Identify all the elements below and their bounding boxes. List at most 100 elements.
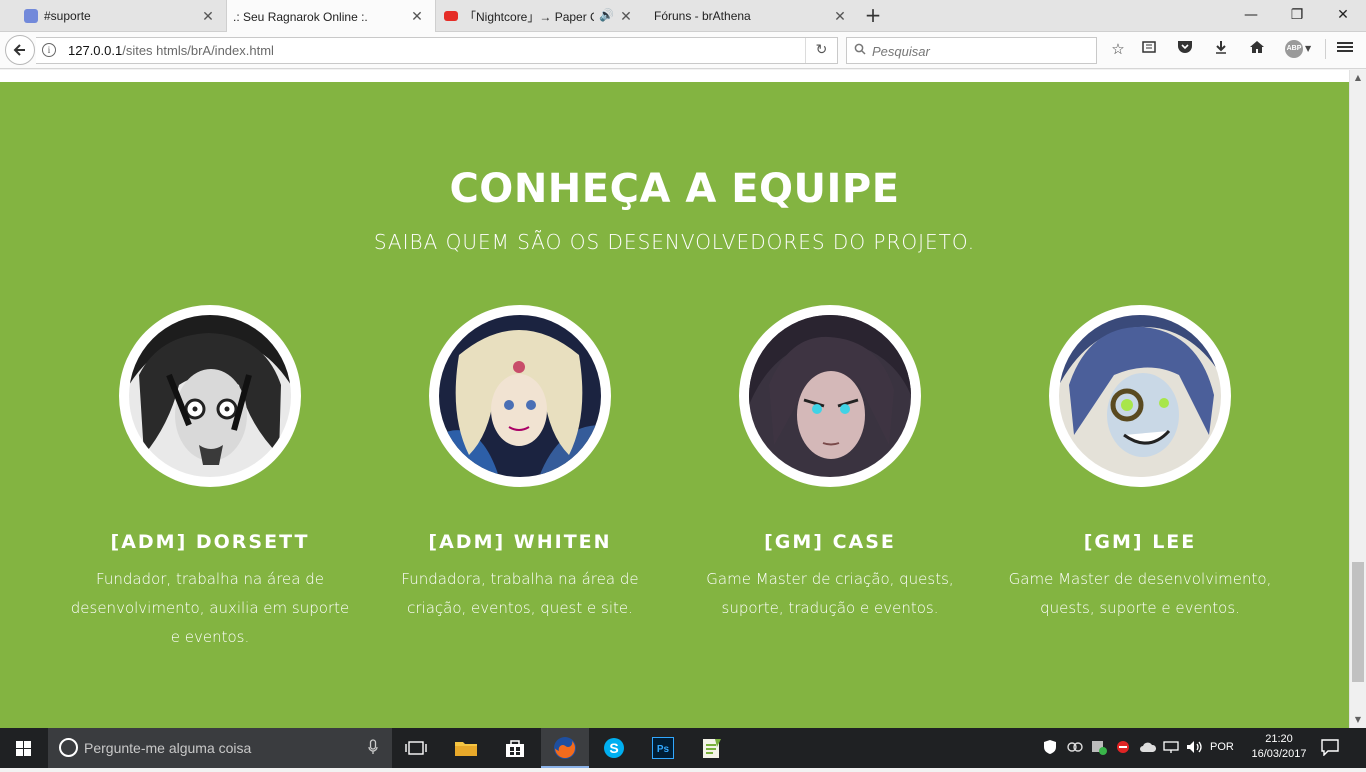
close-tab-icon[interactable]: ✕ bbox=[618, 8, 634, 24]
member-name: [GM] CASE bbox=[764, 531, 896, 553]
restore-button[interactable]: ❐ bbox=[1274, 0, 1320, 30]
member-description: Game Master de criação, quests, suporte,… bbox=[706, 570, 954, 617]
windows-logo-pane bbox=[24, 749, 31, 756]
volume-icon[interactable] bbox=[1186, 740, 1204, 757]
tab-label: .: Seu Ragnarok Online :. bbox=[233, 9, 368, 24]
avatar-image-dorsett bbox=[129, 315, 291, 477]
onedrive-icon[interactable] bbox=[1139, 741, 1157, 756]
adblock-plus-icon[interactable]: ABP bbox=[1285, 40, 1303, 58]
avatar bbox=[739, 305, 921, 487]
tab-suporte[interactable]: #suporte ✕ bbox=[0, 0, 226, 32]
scrollbar-thumb[interactable] bbox=[1352, 562, 1364, 682]
toolbar-divider bbox=[1325, 39, 1326, 59]
avatar-image-whiten bbox=[439, 315, 601, 477]
member-name: [ADM] WHITEN bbox=[428, 531, 612, 553]
close-tab-icon[interactable]: ✕ bbox=[832, 8, 848, 24]
downloads-icon[interactable] bbox=[1210, 38, 1232, 60]
member-description: Fundadora, trabalha na área de criação, … bbox=[401, 570, 639, 617]
back-button[interactable] bbox=[5, 35, 35, 65]
youtube-icon bbox=[444, 11, 458, 21]
skype-button[interactable]: S bbox=[590, 728, 638, 768]
member-description: Game Master de desenvolvimento, quests, … bbox=[1008, 570, 1272, 617]
menu-icon[interactable] bbox=[1334, 38, 1356, 60]
language-indicator[interactable]: POR bbox=[1210, 741, 1234, 753]
file-explorer-button[interactable] bbox=[442, 728, 490, 768]
network-app-icon[interactable] bbox=[1091, 739, 1107, 758]
windows-start-button[interactable] bbox=[0, 728, 48, 768]
reading-list-icon[interactable] bbox=[1138, 38, 1160, 60]
cloud-sync-icon[interactable] bbox=[1067, 741, 1083, 756]
discord-icon bbox=[24, 9, 38, 23]
firefox-icon bbox=[554, 737, 576, 759]
navigation-bar: i 127.0.0.1/sites htmls/brA/index.html ↻ bbox=[0, 32, 1366, 69]
svg-text:Ps: Ps bbox=[657, 744, 670, 755]
cortana-icon bbox=[59, 738, 78, 757]
member-description: Fundador, trabalha na área de desenvolvi… bbox=[70, 570, 350, 646]
red-app-icon[interactable] bbox=[1116, 740, 1130, 757]
tab-strip: #suporte ✕ .: Seu Ragnarok Online :. ✕ 「… bbox=[0, 0, 1366, 33]
tab-label: Fóruns - brAthena bbox=[654, 9, 751, 23]
windows-logo-pane bbox=[24, 741, 31, 748]
task-view-icon bbox=[405, 741, 427, 755]
back-arrow-icon bbox=[13, 44, 25, 56]
pocket-icon[interactable] bbox=[1174, 38, 1196, 60]
team-title: CONHEÇA A EQUIPE bbox=[449, 166, 900, 212]
vertical-scrollbar[interactable]: ▲ ▼ bbox=[1349, 70, 1366, 728]
chevron-down-icon[interactable]: ▼ bbox=[1305, 44, 1311, 53]
avatar-image-lee bbox=[1059, 315, 1221, 477]
windows-logo-pane bbox=[16, 749, 23, 756]
info-icon[interactable]: i bbox=[42, 43, 56, 57]
search-input[interactable] bbox=[872, 42, 1092, 60]
skype-icon: S bbox=[604, 738, 624, 758]
close-tab-icon[interactable]: ✕ bbox=[200, 8, 216, 24]
shield-icon[interactable] bbox=[1043, 739, 1057, 758]
team-member-card: [GM] LEE Game Master de desenvolvimento,… bbox=[985, 305, 1295, 623]
microphone-icon[interactable] bbox=[368, 739, 378, 759]
new-tab-button[interactable]: + bbox=[862, 4, 884, 26]
member-name: [GM] LEE bbox=[1083, 531, 1197, 553]
team-subtitle: SAIBA QUEM SÃO OS DESENVOLVEDORES DO PRO… bbox=[373, 230, 976, 254]
member-name: [ADM] DORSETT bbox=[110, 531, 310, 553]
close-window-button[interactable]: ✕ bbox=[1320, 0, 1366, 30]
reload-icon[interactable]: ↻ bbox=[805, 38, 837, 63]
folder-icon bbox=[455, 742, 477, 756]
store-button[interactable] bbox=[491, 728, 539, 768]
photoshop-icon: Ps bbox=[652, 737, 674, 759]
scroll-up-icon[interactable]: ▲ bbox=[1350, 70, 1366, 86]
tab-foruns[interactable]: Fóruns - brAthena ✕ bbox=[644, 0, 858, 32]
bookmark-star-icon[interactable]: ☆ bbox=[1107, 38, 1129, 60]
firefox-taskbar-button[interactable] bbox=[541, 728, 589, 768]
scroll-down-icon[interactable]: ▼ bbox=[1350, 712, 1366, 728]
speaker-icon[interactable]: 🔊 bbox=[599, 8, 614, 22]
cortana-search-input[interactable] bbox=[84, 738, 354, 758]
notepad-icon bbox=[703, 739, 721, 758]
network-icon[interactable] bbox=[1163, 740, 1179, 757]
action-center-icon[interactable] bbox=[1320, 738, 1342, 758]
search-bar[interactable] bbox=[846, 37, 1097, 64]
tab-label: 「Nightcore」→ Paper C... bbox=[464, 9, 594, 24]
url-host: 127.0.0.1 bbox=[68, 43, 123, 58]
cortana-search-box[interactable] bbox=[48, 728, 392, 768]
tab-label: #suporte bbox=[44, 9, 91, 23]
home-icon[interactable] bbox=[1246, 38, 1268, 60]
store-icon bbox=[506, 740, 524, 757]
photoshop-button[interactable]: Ps bbox=[639, 728, 687, 768]
notepad-plus-button[interactable] bbox=[688, 728, 736, 768]
tab-nightcore[interactable]: 「Nightcore」→ Paper C... 🔊 ✕ bbox=[436, 0, 644, 32]
address-bar[interactable]: i 127.0.0.1/sites htmls/brA/index.html ↻ bbox=[36, 37, 838, 64]
url-text[interactable]: 127.0.0.1/sites htmls/brA/index.html bbox=[68, 43, 274, 58]
close-tab-icon[interactable]: ✕ bbox=[409, 8, 425, 24]
avatar bbox=[1049, 305, 1231, 487]
search-icon bbox=[854, 43, 866, 58]
tab-ragnarok[interactable]: .: Seu Ragnarok Online :. ✕ bbox=[226, 0, 436, 33]
system-clock[interactable]: 21:20 16/03/2017 bbox=[1244, 732, 1314, 762]
team-member-card: [GM] CASE Game Master de criação, quests… bbox=[675, 305, 985, 623]
avatar bbox=[429, 305, 611, 487]
team-member-card: [ADM] DORSETT Fundador, trabalha na área… bbox=[55, 305, 365, 652]
clock-time: 21:20 bbox=[1265, 733, 1293, 745]
clock-date: 16/03/2017 bbox=[1251, 748, 1307, 760]
task-view-button[interactable] bbox=[392, 728, 440, 768]
team-member-card: [ADM] WHITEN Fundadora, trabalha na área… bbox=[365, 305, 675, 623]
svg-text:S: S bbox=[609, 740, 618, 756]
minimize-button[interactable]: — bbox=[1228, 0, 1274, 30]
